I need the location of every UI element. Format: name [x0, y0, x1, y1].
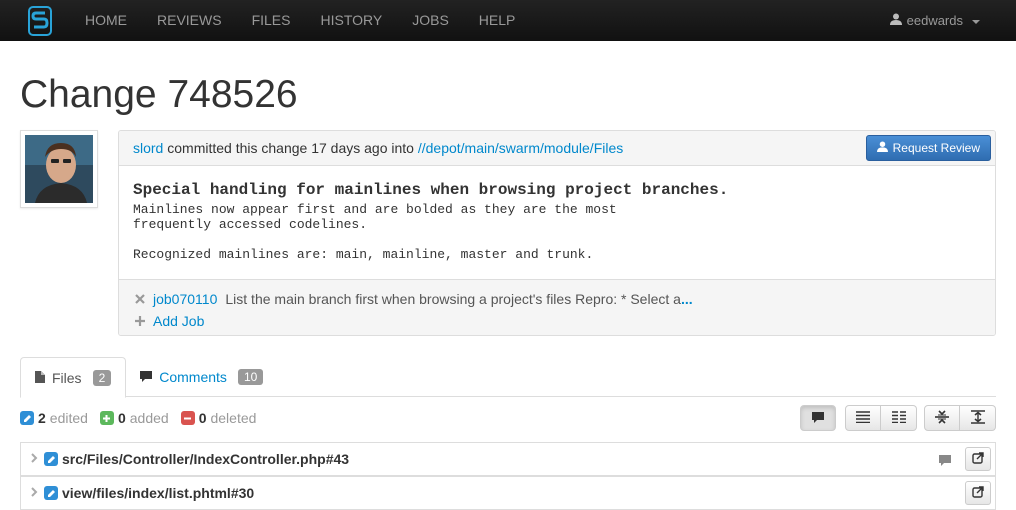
description-body: Mainlines now appear first and are bolde… [133, 202, 617, 262]
tab-comments-label[interactable]: Comments [159, 369, 227, 385]
file-summary: 2 edited 0 added 0 deleted [20, 407, 256, 429]
expand-all-button[interactable] [960, 405, 996, 431]
align-justify-icon [856, 410, 870, 426]
add-job-row[interactable]: Add Job [135, 310, 979, 332]
side-by-side-diff-button[interactable] [881, 405, 917, 431]
file-path[interactable]: view/files/index/list.phtml#30 [62, 485, 254, 501]
change-header: slord committed this change 17 days ago … [119, 131, 995, 166]
open-file-button[interactable] [965, 447, 991, 471]
request-review-label: Request Review [892, 141, 980, 155]
edited-label: edited [49, 410, 88, 426]
tab-files-label: Files [52, 369, 82, 386]
chevron-right-icon[interactable] [31, 452, 38, 466]
comments-toggle-group [800, 405, 836, 431]
author-link[interactable]: slord [133, 140, 163, 156]
diff-mode-group [845, 405, 917, 431]
share-icon [972, 485, 984, 501]
user-icon [889, 0, 902, 41]
added-count: 0 [117, 410, 126, 426]
edit-icon [44, 486, 58, 500]
top-navbar: HOME REVIEWS FILES HISTORY JOBS HELP eed… [0, 0, 1016, 41]
expand-icon [970, 409, 985, 427]
chevron-down-icon [972, 19, 980, 24]
deleted-label: deleted [210, 410, 257, 426]
job-more-link[interactable]: ... [681, 291, 693, 307]
user-icon [876, 141, 888, 155]
avatar[interactable] [20, 130, 98, 208]
user-menu[interactable]: eedwards [889, 0, 980, 41]
job-link[interactable]: job070110 [153, 291, 217, 307]
add-job-link[interactable]: Add Job [153, 313, 204, 329]
edit-icon [20, 411, 34, 425]
user-name: eedwards [906, 13, 963, 28]
tab-comments[interactable]: Comments 10 [126, 357, 277, 397]
remove-job-icon[interactable] [135, 291, 145, 307]
file-icon [35, 370, 45, 386]
collapse-all-button[interactable] [924, 405, 960, 431]
change-description: Special handling for mainlines when brow… [119, 166, 995, 262]
inline-diff-button[interactable] [845, 405, 881, 431]
added-label: added [129, 410, 169, 426]
avatar-image [25, 135, 93, 203]
comment-icon [812, 410, 824, 426]
deleted-count: 0 [198, 410, 207, 426]
file-row[interactable]: src/Files/Controller/IndexController.php… [20, 442, 996, 476]
swarm-logo[interactable] [28, 5, 52, 36]
edited-count: 2 [38, 410, 46, 426]
file-row[interactable]: view/files/index/list.phtml#30 [20, 476, 996, 510]
delete-icon [180, 411, 195, 425]
tab-files[interactable]: Files 2 [20, 357, 127, 398]
nav-history[interactable]: HISTORY [305, 0, 397, 41]
add-icon [99, 411, 114, 425]
files-count-badge: 2 [92, 369, 112, 386]
nav-home[interactable]: HOME [70, 0, 142, 41]
description-title: Special handling for mainlines when brow… [133, 181, 729, 199]
change-tabs: Files 2 Comments 10 [20, 357, 996, 398]
nav-help[interactable]: HELP [464, 0, 531, 41]
nav-reviews[interactable]: REVIEWS [142, 0, 237, 41]
toggle-comments-button[interactable] [800, 405, 836, 431]
page-title: Change 748526 [20, 73, 298, 116]
depot-path-link[interactable]: //depot/main/swarm/module/Files [418, 140, 623, 156]
collapse-icon [935, 409, 949, 427]
chevron-right-icon[interactable] [31, 486, 38, 500]
plus-icon [135, 313, 145, 329]
expand-collapse-group [924, 405, 996, 431]
nav-jobs[interactable]: JOBS [397, 0, 464, 41]
nav-files[interactable]: FILES [237, 0, 306, 41]
jobs-section: job070110 List the main branch first whe… [119, 279, 995, 335]
job-description: List the main branch first when browsing… [225, 291, 693, 307]
comment-icon [939, 453, 951, 469]
change-panel: slord committed this change 17 days ago … [118, 130, 996, 336]
columns-icon [891, 410, 906, 426]
file-path[interactable]: src/Files/Controller/IndexController.php… [62, 451, 349, 467]
comments-count-badge: 10 [237, 369, 264, 385]
share-icon [972, 451, 984, 467]
job-row: job070110 List the main branch first whe… [135, 288, 979, 310]
request-review-button[interactable]: Request Review [865, 135, 991, 161]
edit-icon [44, 452, 58, 466]
open-file-button[interactable] [965, 481, 991, 505]
comment-icon [140, 369, 153, 385]
committed-text: committed this change 17 days ago into [163, 140, 418, 156]
